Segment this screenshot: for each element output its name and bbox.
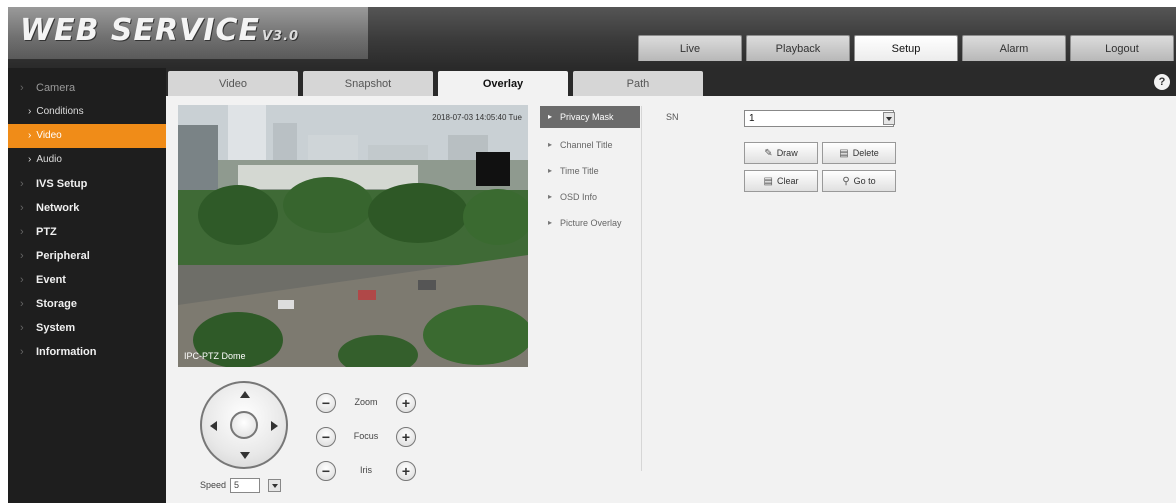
video-timestamp: 2018-07-03 14:05:40 Tue: [432, 113, 522, 122]
tab-overlay[interactable]: Overlay: [438, 71, 568, 96]
focus-near-button[interactable]: −: [316, 427, 336, 447]
sidebar-sub-label: Video: [36, 130, 62, 141]
sidebar-sub-conditions[interactable]: › Conditions: [8, 100, 166, 124]
nav-tab-live[interactable]: Live: [638, 35, 742, 61]
ptz-down-arrow-icon[interactable]: [240, 452, 250, 459]
chevron-right-icon: ›: [28, 130, 32, 141]
ptz-center-button[interactable]: [230, 411, 258, 439]
sidebar-sub-video[interactable]: › Video: [8, 124, 166, 148]
overlay-item-osd-info[interactable]: OSD Info: [540, 184, 640, 210]
nav-tab-logout[interactable]: Logout: [1070, 35, 1174, 61]
ptz-iris-row: − Iris +: [316, 461, 426, 483]
menu-divider: [641, 106, 642, 471]
logo-version: V3.0: [261, 29, 300, 44]
iris-label: Iris: [360, 465, 372, 475]
nav-tab-playback[interactable]: Playback: [746, 35, 850, 61]
iris-close-button[interactable]: −: [316, 461, 336, 481]
clear-icon: ▤: [763, 175, 773, 187]
logo-text: WEB SERVICE: [20, 13, 260, 48]
pencil-icon: ✎: [764, 147, 773, 159]
sidebar-item-storage[interactable]: Storage: [8, 292, 166, 316]
help-icon[interactable]: ?: [1154, 74, 1170, 90]
sn-label: SN: [666, 112, 679, 122]
goto-button[interactable]: ⚲ Go to: [822, 170, 896, 192]
sidebar-item-camera[interactable]: Camera: [8, 76, 166, 100]
ptz-left-arrow-icon[interactable]: [210, 421, 217, 431]
sidebar-item-network[interactable]: Network: [8, 196, 166, 220]
ptz-focus-row: − Focus +: [316, 427, 426, 449]
sidebar-item-ptz[interactable]: PTZ: [8, 220, 166, 244]
subtab-bar: Video Snapshot Overlay Path ?: [166, 68, 1176, 96]
focus-label: Focus: [353, 431, 379, 441]
draw-button-label: Draw: [776, 148, 798, 158]
overlay-item-channel-title[interactable]: Channel Title: [540, 132, 640, 158]
overlay-item-picture-overlay[interactable]: Picture Overlay: [540, 210, 640, 236]
speed-dropdown-icon[interactable]: [268, 478, 282, 492]
overlay-item-time-title[interactable]: Time Title: [540, 158, 640, 184]
sidebar-item-event[interactable]: Event: [8, 268, 166, 292]
tab-video[interactable]: Video: [168, 71, 298, 96]
ptz-up-arrow-icon[interactable]: [240, 391, 250, 398]
trash-icon: ▤: [839, 147, 849, 159]
zoom-in-button[interactable]: +: [396, 393, 416, 413]
clear-button[interactable]: ▤ Clear: [744, 170, 818, 192]
video-channel-title: IPC-PTZ Dome: [184, 351, 246, 361]
sidebar: Camera › Conditions › Video › Audio IVS Set…: [8, 68, 166, 503]
app-window: WEB SERVICE V3.0 Live Playback Setup Alar…: [8, 7, 1176, 503]
sidebar-item-information[interactable]: Information: [8, 340, 166, 364]
focus-far-button[interactable]: +: [396, 427, 416, 447]
search-icon: ⚲: [842, 175, 850, 187]
sidebar-item-system[interactable]: System: [8, 316, 166, 340]
sidebar-sub-label: Conditions: [36, 106, 84, 117]
tab-path[interactable]: Path: [573, 71, 703, 96]
overlay-item-privacy-mask[interactable]: Privacy Mask: [540, 106, 640, 128]
logo: WEB SERVICE V3.0: [20, 13, 299, 48]
main-nav: Live Playback Setup Alarm Logout: [638, 35, 1174, 61]
nav-tab-alarm[interactable]: Alarm: [962, 35, 1066, 61]
goto-button-label: Go to: [853, 176, 876, 186]
header: WEB SERVICE V3.0 Live Playback Setup Alar…: [8, 7, 1176, 68]
sidebar-item-ivs-setup[interactable]: IVS Setup: [8, 172, 166, 196]
chevron-right-icon: ›: [28, 106, 32, 117]
speed-label: Speed: [200, 480, 227, 490]
tab-snapshot[interactable]: Snapshot: [303, 71, 433, 96]
sidebar-sub-label: Audio: [36, 154, 62, 165]
ptz-zoom-row: − Zoom +: [316, 393, 426, 415]
delete-button-label: Delete: [852, 148, 879, 158]
video-preview[interactable]: 2018-07-03 14:05:40 Tue IPC-PTZ Dome: [178, 105, 528, 367]
ptz-right-arrow-icon[interactable]: [271, 421, 278, 431]
sn-dropdown-icon[interactable]: [883, 112, 895, 125]
chevron-right-icon: ›: [28, 154, 32, 165]
sn-select[interactable]: 1: [744, 110, 894, 127]
speed-select[interactable]: 5: [230, 477, 261, 493]
iris-open-button[interactable]: +: [396, 461, 416, 481]
overlay-menu: Privacy Mask Channel Title Time Title OS…: [540, 106, 640, 236]
ptz-direction-wheel: [200, 381, 288, 469]
privacy-mask-region[interactable]: [476, 152, 510, 186]
sidebar-item-peripheral[interactable]: Peripheral: [8, 244, 166, 268]
sidebar-sub-audio[interactable]: › Audio: [8, 148, 166, 172]
nav-tab-setup[interactable]: Setup: [854, 35, 958, 61]
zoom-out-button[interactable]: −: [316, 393, 336, 413]
video-scene: [178, 105, 528, 367]
zoom-label: Zoom: [354, 397, 378, 407]
ptz-speed-row: Speed 5: [200, 477, 282, 493]
clear-button-label: Clear: [776, 176, 799, 186]
content-area: Video Snapshot Overlay Path ? 2018-07-03…: [166, 68, 1176, 503]
logo-block: WEB SERVICE V3.0: [8, 7, 368, 59]
delete-button[interactable]: ▤ Delete: [822, 142, 896, 164]
draw-button[interactable]: ✎ Draw: [744, 142, 818, 164]
